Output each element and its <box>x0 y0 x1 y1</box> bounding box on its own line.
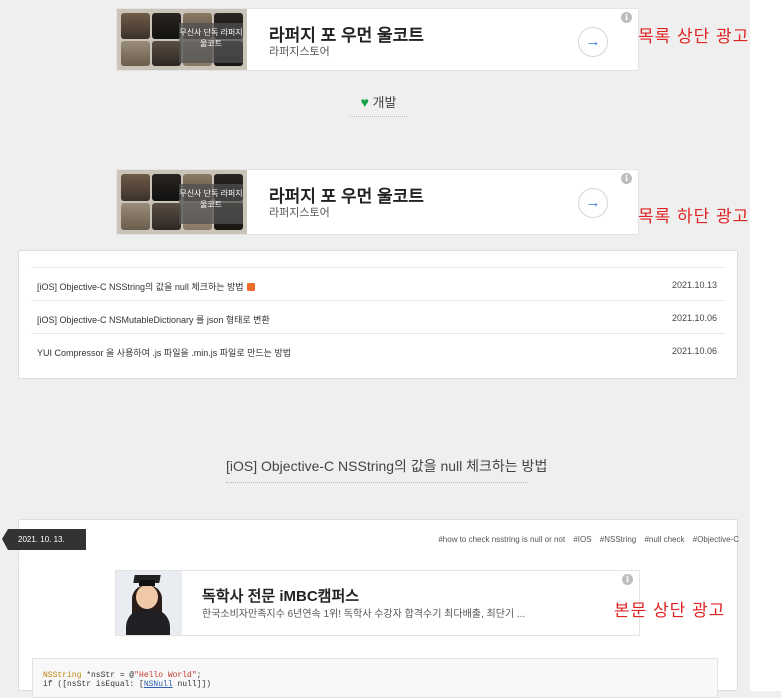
tag-link[interactable]: #Objective-C <box>693 535 739 544</box>
list-item-date: 2021.10.06 <box>671 313 717 323</box>
post-list-panel: [iOS] Objective-C NSString의 값을 null 체크하는… <box>18 250 738 379</box>
arrow-right-icon[interactable]: → <box>578 27 608 57</box>
code-block: NSString *nsStr = @"Hello World"; if ([n… <box>32 658 718 698</box>
coat-ad-image: 무신사 단독 라퍼지 울코트 <box>117 9 247 70</box>
code-line: if ([nsStr isEqual: [NSNull null]]) <box>43 680 212 689</box>
graduate-ad-image <box>116 571 182 635</box>
body-top-ad[interactable]: 독학사 전문 iMBC캠퍼스 한국소비자만족지수 6년연속 1위! 독학사 수강… <box>115 570 640 636</box>
heart-icon: ♥ <box>360 94 369 110</box>
list-item[interactable]: [iOS] Objective-C NSMutableDictionary 를 … <box>31 300 725 333</box>
info-icon[interactable]: i <box>622 574 633 585</box>
list-item-date: 2021.10.06 <box>671 346 717 356</box>
top-list-ad-label: 목록 상단 광고 <box>638 27 750 46</box>
tag-link[interactable]: #null check <box>644 535 684 544</box>
tag-link[interactable]: #IOS <box>573 535 591 544</box>
list-item-title[interactable]: [iOS] Objective-C NSString의 값을 null 체크하는… <box>37 280 255 293</box>
top-list-ad[interactable]: 무신사 단독 라퍼지 울코트 라퍼지 포 우먼 울코트 라퍼지스토어 → i <box>116 8 639 71</box>
new-badge-icon <box>246 283 255 291</box>
post-tags: #how to check nsstring is null or not #I… <box>432 535 739 544</box>
post-title: [iOS] Objective-C NSString의 값을 null 체크하는… <box>226 456 547 483</box>
ad-description: 한국소비자만족지수 6년연속 1위! 독학사 수강자 합격수기 최다배출, 최단… <box>202 609 526 620</box>
post-date-badge: 2021. 10. 13. 14:01 <box>2 529 86 565</box>
list-item-title[interactable]: [iOS] Objective-C NSMutableDictionary 를 … <box>37 313 270 326</box>
ad-title[interactable]: 독학사 전문 iMBC캠퍼스 <box>202 585 359 606</box>
list-item-date: 2021.10.13 <box>671 280 717 290</box>
info-icon[interactable]: i <box>621 12 632 23</box>
list-item-title[interactable]: YUI Compressor 을 사용하여 .js 파일을 .min.js 파일… <box>37 346 291 359</box>
category-label: 개발 <box>372 95 397 110</box>
body-top-ad-label: 본문 상단 광고 <box>614 601 726 620</box>
ad-advertiser: 라퍼지스토어 <box>269 207 330 219</box>
arrow-right-icon[interactable]: → <box>578 188 608 218</box>
bottom-list-ad[interactable]: 무신사 단독 라퍼지 울코트 라퍼지 포 우먼 울코트 라퍼지스토어 → i <box>116 169 639 235</box>
bottom-list-ad-label: 목록 하단 광고 <box>638 207 750 226</box>
info-icon[interactable]: i <box>621 173 632 184</box>
tag-link[interactable]: #NSString <box>600 535 636 544</box>
ad-advertiser: 라퍼지스토어 <box>269 46 330 58</box>
page-right-margin <box>750 0 781 691</box>
category-heading[interactable]: ♥ 개발 <box>350 92 407 117</box>
ad-image-badge: 무신사 단독 라퍼지 울코트 <box>179 184 243 224</box>
coat-ad-image: 무신사 단독 라퍼지 울코트 <box>117 170 247 234</box>
tag-link[interactable]: #how to check nsstring is null or not <box>438 535 565 544</box>
list-item[interactable]: [iOS] Objective-C NSString의 값을 null 체크하는… <box>31 267 725 300</box>
list-item[interactable]: YUI Compressor 을 사용하여 .js 파일을 .min.js 파일… <box>31 333 725 366</box>
ad-image-badge: 무신사 단독 라퍼지 울코트 <box>179 23 243 63</box>
code-line: NSString *nsStr = @"Hello World"; <box>43 671 202 680</box>
